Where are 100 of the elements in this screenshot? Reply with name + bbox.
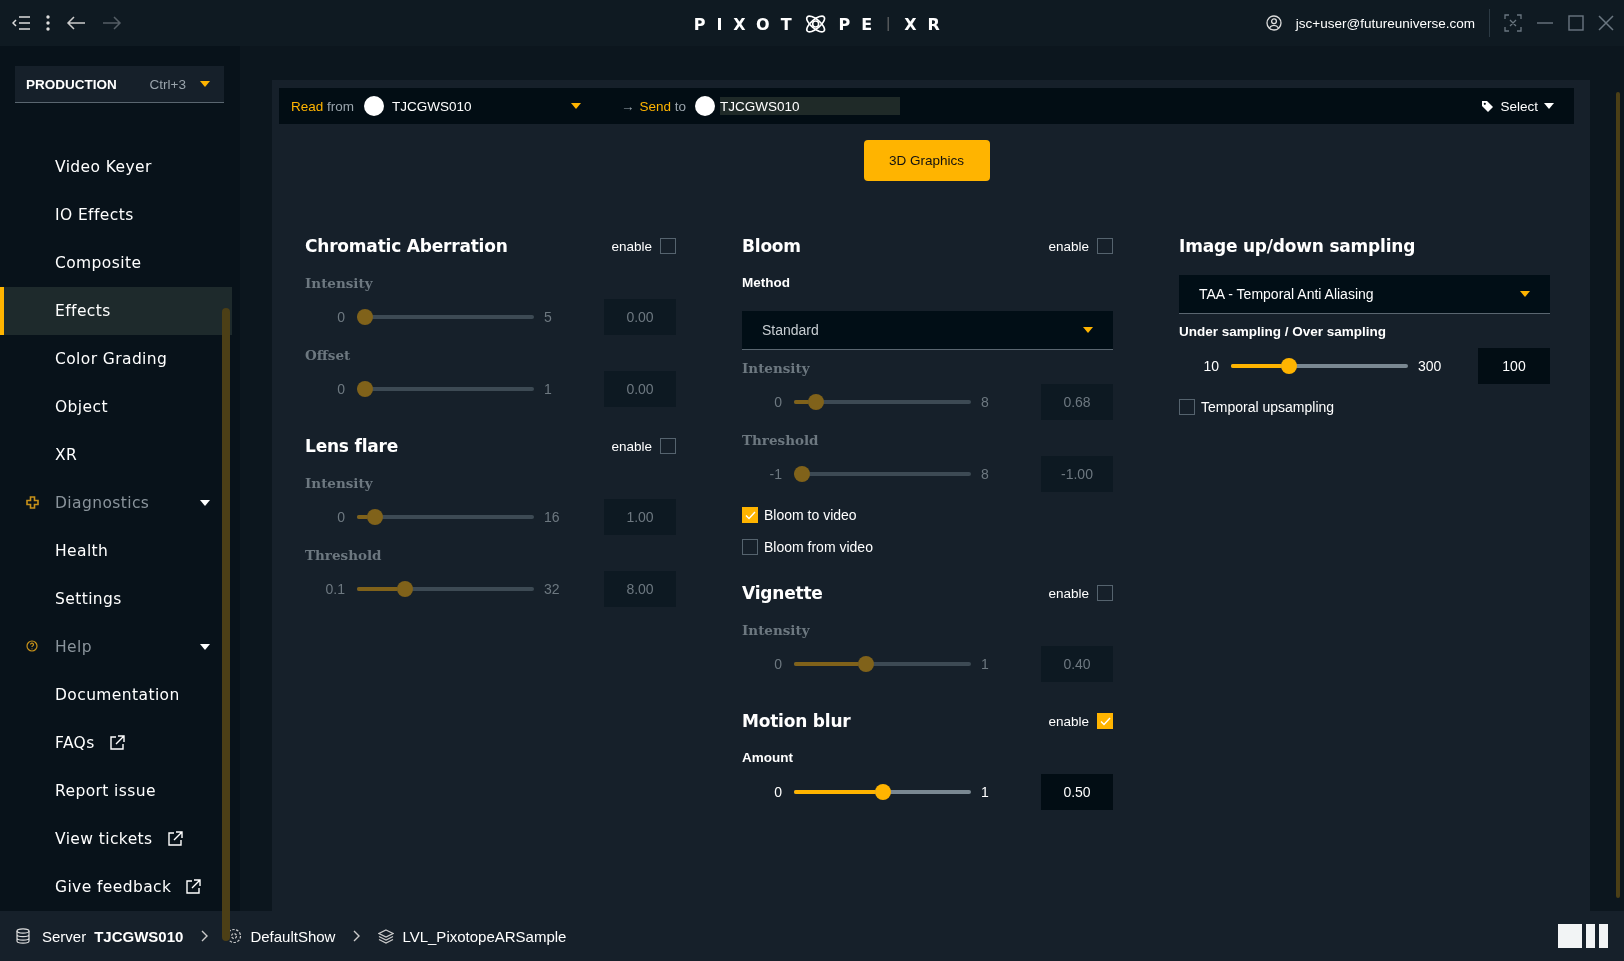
slider-thumb[interactable] — [874, 784, 891, 800]
slider-min: 0 — [773, 394, 782, 410]
slider-label: Intensity — [305, 475, 374, 493]
sidebar-item[interactable]: IO Effects — [0, 191, 232, 239]
sidebar-item[interactable]: FAQs — [0, 719, 232, 767]
select-button[interactable]: Select — [1475, 97, 1560, 115]
close-icon[interactable] — [1598, 15, 1614, 31]
slider-thumb[interactable] — [858, 656, 875, 672]
chevron-right-icon — [201, 930, 209, 942]
section-title: Vignette — [742, 583, 823, 603]
user-icon[interactable] — [1265, 15, 1282, 31]
read-from-dropdown[interactable]: Read from TJCGWS010 — [291, 96, 581, 116]
slider-thumb[interactable] — [1280, 358, 1297, 374]
slider-thumb[interactable] — [397, 581, 414, 597]
back-arrow-icon[interactable] — [66, 16, 86, 30]
slider-thumb[interactable] — [807, 394, 824, 410]
external-link-icon — [166, 831, 183, 847]
section-title: Chromatic Aberration — [305, 236, 508, 256]
arrow-text: → — [621, 98, 635, 114]
slider-min: 0 — [773, 656, 782, 672]
slider-max: 8 — [980, 466, 990, 482]
enable-label: enable — [611, 438, 652, 454]
value-field[interactable]: 100 — [1478, 348, 1550, 384]
slider-label: Under sampling / Over sampling — [1179, 324, 1388, 341]
dropdown[interactable]: Standard — [742, 311, 1113, 350]
slider-thumb[interactable] — [794, 466, 810, 482]
slider-min: 0.1 — [324, 581, 345, 597]
help-icon — [26, 640, 38, 652]
collapse-menu-icon[interactable] — [12, 16, 30, 30]
caret-icon — [200, 500, 210, 506]
sidebar-item[interactable]: Report issue — [0, 767, 232, 815]
sidebar-item[interactable]: Help — [0, 623, 232, 671]
checkbox[interactable] — [742, 539, 758, 555]
checkbox[interactable] — [1179, 399, 1195, 415]
checkbox[interactable] — [1097, 238, 1113, 254]
sidebar-item[interactable]: XR — [0, 431, 232, 479]
maximize-icon[interactable] — [1568, 15, 1584, 31]
more-options-icon[interactable] — [46, 15, 50, 31]
level-name[interactable]: LVL_PixotopeARSample — [402, 927, 567, 945]
scrollbar-thumb[interactable] — [222, 308, 230, 941]
sidebar-item[interactable]: Settings — [0, 575, 232, 623]
slider-label: Threshold — [742, 432, 820, 450]
value-field[interactable]: 0.00 — [604, 371, 676, 407]
slider-thumb[interactable] — [357, 381, 373, 397]
sidebar-item[interactable]: View tickets — [0, 815, 232, 863]
section-title: Image up/down sampling — [1179, 236, 1416, 256]
scan-icon[interactable] — [1504, 14, 1522, 32]
layout-icon[interactable] — [1558, 924, 1608, 948]
slider-max: 8 — [980, 394, 990, 410]
user-email[interactable]: jsc+user@futureuniverse.com — [1295, 15, 1475, 31]
sidebar-item[interactable]: Health — [0, 527, 232, 575]
slider-min: 10 — [1202, 358, 1219, 374]
sidebar-item[interactable]: Documentation — [0, 671, 232, 719]
scrollbar-thumb[interactable] — [1616, 92, 1620, 898]
device-dot — [695, 96, 716, 116]
checkbox[interactable] — [742, 507, 758, 523]
enable-label: enable — [611, 238, 652, 254]
dropdown[interactable]: TAA - Temporal Anti Aliasing — [1179, 275, 1550, 314]
slider-label: Offset — [305, 347, 352, 365]
slider-min: -1 — [768, 466, 782, 482]
value-field[interactable]: 0.68 — [1041, 384, 1113, 420]
value-field[interactable]: -1.00 — [1041, 456, 1113, 492]
value-field[interactable]: 0.40 — [1041, 646, 1113, 682]
sidebar-item[interactable]: Color Grading — [0, 335, 232, 383]
checkbox[interactable] — [660, 238, 676, 254]
sidebar-item[interactable]: Give feedback — [0, 863, 232, 911]
send-device-field[interactable]: TJCGWS010 — [720, 97, 901, 115]
checkbox[interactable] — [660, 438, 676, 454]
logo-suffix: XR — [904, 14, 951, 34]
slider-max: 1 — [543, 381, 553, 397]
checkbox[interactable] — [1097, 585, 1113, 601]
caret-icon — [1520, 291, 1530, 297]
slider-thumb[interactable] — [357, 309, 373, 325]
sidebar-item[interactable]: Effects — [0, 287, 232, 335]
server-name[interactable]: TJCGWS010 — [94, 927, 184, 945]
slider-min: 0 — [336, 381, 345, 397]
tag-icon — [1481, 99, 1495, 113]
value-field[interactable]: 8.00 — [604, 571, 676, 607]
checkbox-label: Temporal upsampling — [1201, 399, 1335, 415]
sidebar-item[interactable]: Video Keyer — [0, 143, 232, 191]
sidebar-item[interactable]: Composite — [0, 239, 232, 287]
mode-dropdown[interactable]: PRODUCTION Ctrl+3 — [15, 66, 224, 103]
sidebar-item[interactable]: Diagnostics — [0, 479, 232, 527]
plus-icon — [26, 496, 39, 509]
slider-min: 0 — [336, 509, 345, 525]
checkbox-label: Bloom to video — [764, 507, 857, 523]
value-field[interactable]: 0.50 — [1041, 774, 1113, 810]
value-field[interactable]: 1.00 — [604, 499, 676, 535]
slider-max: 32 — [543, 581, 561, 597]
value-field[interactable]: 0.00 — [604, 299, 676, 335]
chevron-right-icon — [353, 930, 361, 942]
mode-button[interactable]: 3D Graphics — [863, 140, 990, 181]
sidebar-item[interactable]: Object — [0, 383, 232, 431]
forward-arrow-icon[interactable] — [102, 16, 122, 30]
slider-thumb[interactable] — [367, 509, 384, 525]
send-to-label: Send to — [639, 98, 687, 114]
logo-text: PIXOT — [693, 14, 803, 34]
check-icon — [744, 510, 756, 520]
show-name[interactable]: DefaultShow — [250, 927, 336, 945]
checkbox[interactable] — [1097, 713, 1113, 729]
